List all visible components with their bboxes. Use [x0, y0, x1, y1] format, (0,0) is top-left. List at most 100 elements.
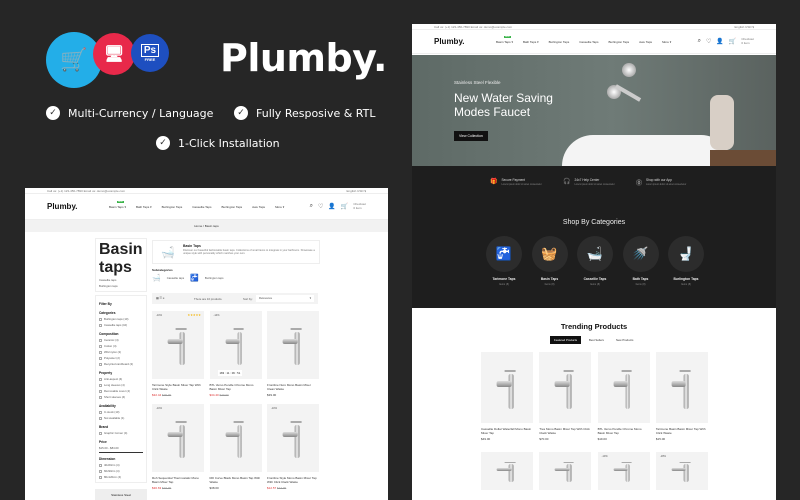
product-card[interactable]: -10% Frontline Style Mono Basin Mixer Tap…: [267, 404, 319, 490]
nav-item[interactable]: Basin Taps ▾ NEW: [109, 200, 126, 209]
home-page-screenshot: Call us: (+1) 123-456-7890 Email us: dem…: [412, 24, 776, 500]
trending-tab[interactable]: New Products: [612, 336, 637, 344]
product-name[interactable]: Tres Mono Basin Mixer Tap With Click Cla…: [539, 427, 591, 435]
product-name[interactable]: Frontline Nuro Mono Basin Mixer Clean Wa…: [267, 383, 319, 391]
cart-icon[interactable]: 🛒: [341, 203, 348, 210]
view-collection-button[interactable]: View Collection: [454, 131, 488, 141]
checkbox[interactable]: [99, 469, 102, 473]
product-card[interactable]: Frontline Nuro Mono Basin Mixer Clean Wa…: [267, 311, 319, 397]
product-card[interactable]: Cassellie Dollar Waterfall Mono Basin Mi…: [481, 352, 533, 441]
cart-summary[interactable]: Checkout 0 item: [353, 202, 366, 210]
filter-option[interactable]: Cassellie taps (10): [99, 322, 143, 328]
trending-tab[interactable]: Best Sellers: [585, 336, 608, 344]
product-name[interactable]: Cassellie Dollar Waterfall Mono Basin Mi…: [481, 427, 533, 435]
checkbox[interactable]: [99, 395, 102, 399]
product-name[interactable]: Frontline Style Mono Basin Mixer Tap Wit…: [267, 476, 319, 484]
search-icon[interactable]: ⌕: [698, 38, 701, 45]
nav-item[interactable]: More ▾: [662, 40, 671, 44]
sidebar-link[interactable]: Burlington taps: [99, 283, 143, 289]
checkbox[interactable]: [99, 356, 102, 360]
filter-option[interactable]: Short sleeves (4): [99, 394, 143, 400]
product-name[interactable]: Roh Sequential Thermostatic Mono Basin M…: [152, 476, 204, 484]
checkbox[interactable]: [99, 344, 102, 348]
product-card[interactable]: Tarimone Basin Basin Mixer Tap With Clic…: [655, 352, 708, 441]
logo[interactable]: Plumby.: [47, 202, 97, 211]
checkbox[interactable]: [99, 338, 102, 342]
cart-icon[interactable]: 🛒: [729, 38, 736, 45]
product-name[interactable]: BTL Verso Pendle Chrome Mono Basin Mixer…: [210, 383, 262, 391]
nav-item[interactable]: Awe Taps: [639, 40, 652, 44]
product-name[interactable]: Tarimone Style Basin Mixer Tap With Clic…: [152, 383, 204, 391]
nav-item[interactable]: Burlington Taps: [162, 205, 183, 209]
checkbox[interactable]: [99, 323, 102, 327]
nav-item[interactable]: Bath Taps ▾: [523, 40, 539, 44]
sort-select[interactable]: Relevance ▾: [256, 295, 314, 302]
checkbox[interactable]: [99, 317, 102, 321]
product-price: $34.40 $40.00: [209, 393, 229, 398]
wishlist-icon[interactable]: ♡: [706, 38, 711, 45]
checkbox[interactable]: [99, 389, 102, 393]
contact-info: Call us: (+1) 123-456-7890 Email us: dem…: [47, 188, 126, 193]
checkbox[interactable]: [99, 350, 102, 354]
nav-item[interactable]: Bath Taps ▾: [136, 205, 152, 209]
checkbox[interactable]: [99, 431, 102, 435]
lang-currency[interactable]: English USD $: [734, 25, 754, 29]
logo[interactable]: Plumby.: [434, 37, 484, 46]
product-card[interactable]: -14% 183 : 11 : 06 : 51 BTL Verso Pendle C…: [209, 311, 262, 398]
product-count: There are 10 products.: [194, 297, 223, 301]
product-name[interactable]: Tarimone Basin Basin Mixer Tap With Clic…: [656, 427, 708, 435]
subcategory-link[interactable]: Cassellie taps: [167, 276, 184, 280]
product-card[interactable]: BTL Verso Pendle Chrome Mono Basin Mixer…: [597, 352, 650, 441]
checkbox[interactable]: [99, 362, 102, 366]
subcategory-link[interactable]: Burlington taps: [205, 276, 224, 280]
breadcrumb[interactable]: Home / Basin taps: [25, 220, 388, 232]
product-card[interactable]: Tres Mono Basin Mixer Tap With Click Cla…: [539, 352, 592, 441]
grid-view-icon[interactable]: ▦ ☰ ≡: [156, 296, 164, 300]
nav-item[interactable]: Cassellie Taps: [579, 40, 598, 44]
product-card[interactable]: -10% Roh Sequential Thermostatic Mono Bas…: [152, 404, 204, 490]
category-item[interactable]: 🚰 Tarimone Taps Items (8): [486, 236, 522, 286]
faucet-image: [671, 461, 692, 483]
nav-item[interactable]: Cassellie Taps: [192, 205, 211, 209]
product-card[interactable]: -10% ★★★★★ Tarimone Style Basin Mixer Tap …: [152, 311, 204, 397]
search-icon[interactable]: ⌕: [310, 203, 313, 210]
trending-tab[interactable]: Featured Products: [550, 336, 582, 344]
main-nav: Basin Taps ▾ NEW Bath Taps ▾ Burlington Tap…: [109, 200, 298, 209]
checkbox[interactable]: [99, 416, 102, 420]
nav-item[interactable]: Burlington Taps: [549, 40, 570, 44]
checkbox[interactable]: [99, 463, 102, 467]
checkbox[interactable]: [99, 475, 102, 479]
lang-currency[interactable]: English USD $: [346, 189, 366, 193]
nav-item[interactable]: Burlington Taps: [609, 40, 630, 44]
filter-option[interactable]: Graphic Corner (4): [99, 430, 143, 436]
nav-item[interactable]: More ▾: [275, 205, 284, 209]
checkbox[interactable]: [99, 410, 102, 414]
product-name[interactable]: BTL Verso Pendle Chrome Mono Basin Mixer…: [598, 427, 650, 435]
nav-item[interactable]: Burlington Taps: [222, 205, 243, 209]
category-item[interactable]: 🧺 Basin Taps Items (8): [531, 236, 568, 286]
category-item[interactable]: 🛁 Cassellie Taps Items (8): [577, 236, 613, 286]
product-card[interactable]: [481, 452, 533, 490]
towel-icon: 🧺: [531, 236, 568, 272]
category-item[interactable]: 🚽 Burlington Taps Items (8): [668, 236, 704, 286]
filter-option[interactable]: Not available (1): [99, 415, 143, 421]
nav-item[interactable]: Awe Taps: [252, 205, 265, 209]
filter-option[interactable]: 80x120cm (4): [99, 474, 143, 480]
price-slider[interactable]: [99, 452, 143, 453]
product-name[interactable]: Rift Curve Black Mono Basin Tap With Was…: [210, 476, 262, 484]
dark-section: 🎁 Secure Payment Lorem ipsum dolor sit ame…: [412, 166, 776, 308]
user-icon[interactable]: 👤: [716, 38, 723, 45]
gift-icon: 🎁: [490, 179, 498, 185]
user-icon[interactable]: 👤: [328, 203, 335, 210]
product-card[interactable]: Rift Curve Black Mono Basin Tap With Was…: [209, 404, 262, 490]
product-card[interactable]: -10%: [597, 452, 650, 490]
cart-summary[interactable]: Checkout 0 item: [741, 37, 754, 45]
category-item[interactable]: 🚿 Bath Taps Items (8): [622, 236, 659, 286]
product-card[interactable]: -18%: [655, 452, 708, 490]
checkbox[interactable]: [99, 377, 102, 381]
filter-option[interactable]: Recycled cardboard (2): [99, 361, 143, 367]
nav-item[interactable]: Basin Taps ▾ NEW: [496, 35, 513, 44]
wishlist-icon[interactable]: ♡: [318, 203, 323, 210]
checkbox[interactable]: [99, 383, 102, 387]
product-card[interactable]: [539, 452, 592, 490]
